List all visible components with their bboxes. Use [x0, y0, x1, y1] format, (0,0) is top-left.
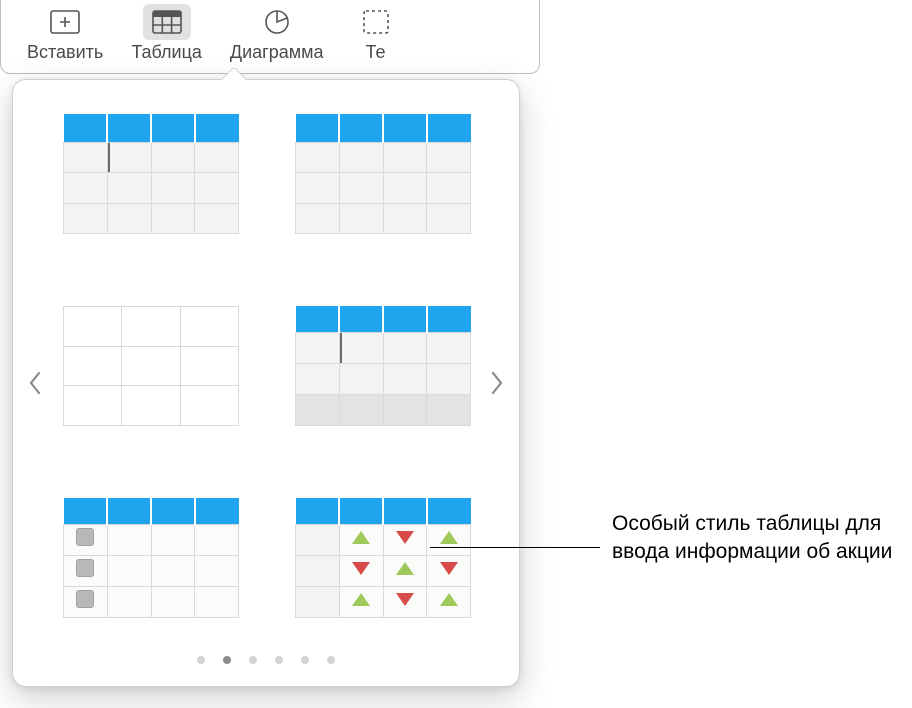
callout-text: Особый стиль таблицы для ввода информаци…	[612, 510, 902, 567]
triangle-up-icon	[352, 593, 370, 606]
toolbar-item-label: Вставить	[27, 42, 103, 63]
text-icon	[352, 4, 400, 40]
triangle-up-icon	[396, 562, 414, 575]
table-style-thumb-1[interactable]	[63, 114, 239, 234]
triangle-up-icon	[440, 531, 458, 544]
triangle-down-icon	[352, 562, 370, 575]
table-style-thumb-stock[interactable]	[295, 498, 471, 618]
toolbar-item-label: Диаграмма	[230, 42, 324, 63]
table-styles-grid	[63, 110, 469, 642]
page-dot[interactable]	[327, 656, 335, 664]
toolbar-item-table[interactable]: Таблица	[117, 4, 216, 63]
prev-page-button[interactable]	[20, 363, 50, 403]
insert-icon	[41, 4, 89, 40]
checkbox-icon	[76, 528, 94, 546]
triangle-down-icon	[440, 562, 458, 575]
triangle-down-icon	[396, 531, 414, 544]
page-dot[interactable]	[249, 656, 257, 664]
triangle-down-icon	[396, 593, 414, 606]
triangle-up-icon	[440, 593, 458, 606]
table-styles-popover	[12, 79, 520, 687]
page-dot[interactable]	[197, 656, 205, 664]
chart-icon	[253, 4, 301, 40]
table-style-thumb-5[interactable]	[63, 498, 239, 618]
table-style-thumb-3[interactable]	[63, 306, 239, 426]
page-dots	[63, 642, 469, 668]
toolbar-item-insert[interactable]: Вставить	[13, 4, 117, 63]
toolbar: Вставить Таблица Диаграмма	[0, 0, 540, 74]
table-style-thumb-4[interactable]	[295, 306, 471, 426]
page-dot[interactable]	[301, 656, 309, 664]
checkbox-icon	[76, 590, 94, 608]
table-icon	[143, 4, 191, 40]
toolbar-item-label: Таблица	[131, 42, 202, 63]
toolbar-item-text[interactable]: Те	[338, 4, 414, 63]
page-dot[interactable]	[223, 656, 231, 664]
callout-leader-line	[430, 547, 600, 548]
toolbar-item-chart[interactable]: Диаграмма	[216, 4, 338, 63]
table-style-thumb-2[interactable]	[295, 114, 471, 234]
popover-arrow	[220, 67, 246, 80]
next-page-button[interactable]	[482, 363, 512, 403]
checkbox-icon	[76, 559, 94, 577]
page-dot[interactable]	[275, 656, 283, 664]
toolbar-item-label: Те	[366, 42, 386, 63]
triangle-up-icon	[352, 531, 370, 544]
popover-body	[12, 79, 520, 687]
